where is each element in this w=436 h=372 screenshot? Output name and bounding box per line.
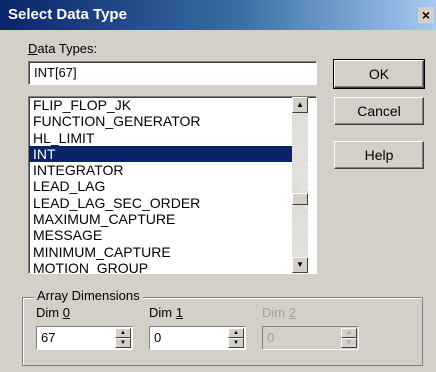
dim2-field: 0 ▲ ▼ <box>262 326 359 350</box>
dim2-spinner: ▲ ▼ <box>341 328 357 348</box>
dim2-label-accel: 2 <box>288 305 296 320</box>
ok-button[interactable]: OK <box>333 59 425 89</box>
dim1-value: 0 <box>154 330 162 345</box>
data-types-label: Data Types: <box>28 41 97 56</box>
dim0-label-accel: 0 <box>62 305 70 320</box>
dim1-label-accel: 1 <box>175 305 183 320</box>
list-item[interactable]: FLIP_FLOP_JK <box>29 97 295 113</box>
dim0-value: 67 <box>41 330 56 345</box>
dim0-field[interactable]: 67 ▲ ▼ <box>36 326 133 350</box>
list-item[interactable]: MAXIMUM_CAPTURE <box>29 211 295 227</box>
select-data-type-dialog: Select Data Type × Data Types: INT[67] F… <box>0 0 436 372</box>
dim2-label-prefix: Dim <box>262 305 289 320</box>
dim0-spinner[interactable]: ▲ ▼ <box>115 328 131 348</box>
data-type-list[interactable]: FLIP_FLOP_JK FUNCTION_GENERATOR HL_LIMIT IN… <box>28 96 317 274</box>
dim2-value: 0 <box>267 330 275 345</box>
data-types-label-rest: ata Types: <box>37 41 98 56</box>
list-item[interactable]: INTEGRATOR <box>29 162 295 178</box>
list-item[interactable]: LEAD_LAG_SEC_ORDER <box>29 195 295 211</box>
dim2-down-icon: ▼ <box>341 338 357 348</box>
dim2-up-icon: ▲ <box>341 328 357 338</box>
list-scrollbar[interactable]: ▲ ▼ <box>292 97 308 273</box>
dim0-up-icon[interactable]: ▲ <box>115 328 131 338</box>
dim1-label: Dim 1 <box>149 305 183 320</box>
scroll-up-icon[interactable]: ▲ <box>292 97 308 113</box>
list-item[interactable]: MINIMUM_CAPTURE <box>29 244 295 260</box>
cancel-button[interactable]: Cancel <box>334 97 424 125</box>
array-dimensions-legend: Array Dimensions <box>34 288 143 303</box>
dim2-label: Dim 2 <box>262 305 296 320</box>
data-types-label-accel: D <box>28 41 38 56</box>
dim1-spinner[interactable]: ▲ ▼ <box>228 328 244 348</box>
data-type-list-items: FLIP_FLOP_JK FUNCTION_GENERATOR HL_LIMIT IN… <box>29 97 295 273</box>
scroll-thumb[interactable] <box>292 193 308 205</box>
dim1-field[interactable]: 0 ▲ ▼ <box>149 326 246 350</box>
list-item[interactable]: INT <box>29 145 295 163</box>
scroll-down-icon[interactable]: ▼ <box>292 257 308 273</box>
close-icon[interactable]: × <box>418 7 434 23</box>
dim0-down-icon[interactable]: ▼ <box>115 338 131 348</box>
list-item[interactable]: MOTION_GROUP <box>29 260 295 273</box>
dim0-label: Dim 0 <box>36 305 70 320</box>
list-item[interactable]: HL_LIMIT <box>29 130 295 146</box>
data-type-input[interactable]: INT[67] <box>28 61 317 85</box>
dim1-label-prefix: Dim <box>149 305 176 320</box>
dim1-up-icon[interactable]: ▲ <box>228 328 244 338</box>
dim0-label-prefix: Dim <box>36 305 63 320</box>
dialog-title: Select Data Type <box>8 6 127 23</box>
title-bar[interactable]: Select Data Type × <box>0 0 436 30</box>
help-button[interactable]: Help <box>334 141 424 169</box>
dim1-down-icon[interactable]: ▼ <box>228 338 244 348</box>
list-item[interactable]: FUNCTION_GENERATOR <box>29 113 295 129</box>
list-item[interactable]: MESSAGE <box>29 227 295 243</box>
list-item[interactable]: LEAD_LAG <box>29 178 295 194</box>
